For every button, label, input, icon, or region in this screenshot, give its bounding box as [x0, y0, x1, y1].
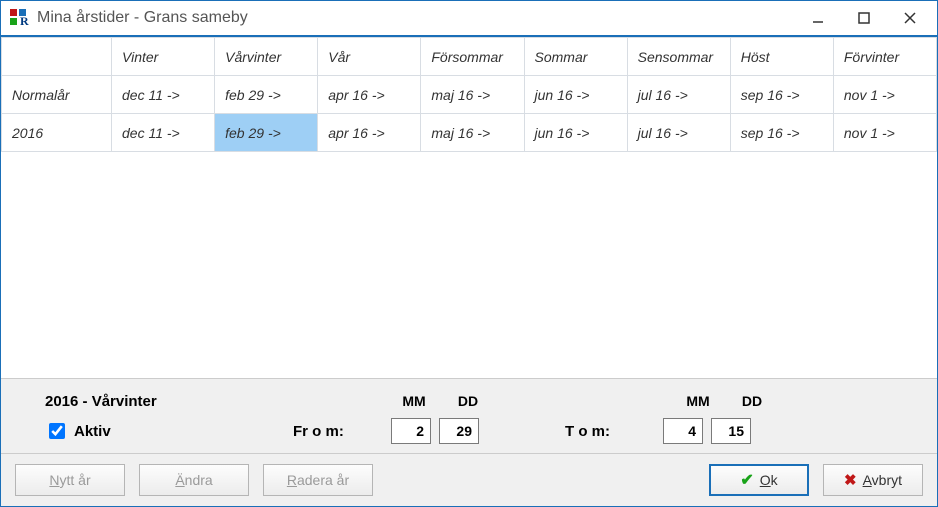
app-logo-icon: R: [9, 8, 29, 28]
dd-label-2: DD: [729, 393, 775, 409]
row-label[interactable]: Normalår: [2, 76, 112, 114]
aktiv-checkbox[interactable]: [49, 423, 65, 439]
table-header[interactable]: Vårvinter: [215, 38, 318, 76]
from-label: Fr o m:: [293, 423, 383, 440]
titlebar-buttons: [795, 3, 933, 33]
x-icon: ✖: [844, 471, 857, 489]
table-cell[interactable]: maj 16 ->: [421, 114, 524, 152]
table-cell[interactable]: sep 16 ->: [730, 76, 833, 114]
svg-text:R: R: [20, 14, 29, 28]
btn-label-rest: ndra: [185, 472, 213, 488]
table-cell[interactable]: nov 1 ->: [833, 114, 936, 152]
table-header-row: Vinter Vårvinter Vår Försommar Sommar Se…: [2, 38, 937, 76]
table-cell[interactable]: nov 1 ->: [833, 76, 936, 114]
edit-title: 2016 - Vårvinter: [45, 393, 285, 410]
titlebar-left: R Mina årstider - Grans sameby: [9, 8, 248, 28]
table-cell-selected[interactable]: feb 29 ->: [215, 114, 318, 152]
tom-mm-input[interactable]: [663, 418, 703, 444]
minimize-button[interactable]: [795, 3, 841, 33]
table-empty-area: [1, 152, 937, 378]
andra-button[interactable]: Ändra: [139, 464, 249, 496]
close-button[interactable]: [887, 3, 933, 33]
mm-label-2: MM: [675, 393, 721, 409]
table-header[interactable]: Vinter: [112, 38, 215, 76]
table-header[interactable]: Höst: [730, 38, 833, 76]
app-window: R Mina årstider - Grans sameby: [0, 0, 938, 507]
dd-label: DD: [445, 393, 491, 409]
seasons-table[interactable]: Vinter Vårvinter Vår Försommar Sommar Se…: [1, 37, 937, 152]
table-row[interactable]: Normalår dec 11 -> feb 29 -> apr 16 -> m…: [2, 76, 937, 114]
tom-label: T o m:: [565, 423, 655, 440]
table-header[interactable]: Sommar: [524, 38, 627, 76]
mm-label: MM: [391, 393, 437, 409]
table-header[interactable]: Vår: [318, 38, 421, 76]
button-bar: Nytt år Ändra Radera år ✔ Ok ✖ Avbryt: [1, 453, 937, 506]
window-title: Mina årstider - Grans sameby: [37, 9, 248, 27]
table-cell[interactable]: dec 11 ->: [112, 76, 215, 114]
table-cell[interactable]: feb 29 ->: [215, 76, 318, 114]
table-header[interactable]: Sensommar: [627, 38, 730, 76]
edit-input-row: Aktiv Fr o m: T o m:: [45, 415, 927, 447]
titlebar: R Mina årstider - Grans sameby: [1, 1, 937, 37]
radera-ar-button[interactable]: Radera år: [263, 464, 373, 496]
btn-label-rest: adera år: [297, 472, 349, 488]
table-cell[interactable]: apr 16 ->: [318, 76, 421, 114]
table-cell[interactable]: jul 16 ->: [627, 114, 730, 152]
table-cell[interactable]: apr 16 ->: [318, 114, 421, 152]
ok-button[interactable]: ✔ Ok: [709, 464, 809, 496]
maximize-button[interactable]: [841, 3, 887, 33]
edit-header-row: 2016 - Vårvinter MM DD MM DD: [45, 387, 927, 415]
edit-panel: 2016 - Vårvinter MM DD MM DD Aktiv Fr o …: [1, 378, 937, 453]
table-header[interactable]: Förvinter: [833, 38, 936, 76]
table-header[interactable]: [2, 38, 112, 76]
aktiv-checkbox-wrap[interactable]: Aktiv: [45, 420, 165, 442]
table-cell[interactable]: sep 16 ->: [730, 114, 833, 152]
table-cell[interactable]: dec 11 ->: [112, 114, 215, 152]
table-row[interactable]: 2016 dec 11 -> feb 29 -> apr 16 -> maj 1…: [2, 114, 937, 152]
btn-label-rest: k: [771, 472, 778, 488]
tom-dd-input[interactable]: [711, 418, 751, 444]
btn-label-rest: vbryt: [872, 472, 902, 488]
table-header[interactable]: Försommar: [421, 38, 524, 76]
btn-label-rest: ytt år: [60, 472, 91, 488]
from-dd-input[interactable]: [439, 418, 479, 444]
from-mm-input[interactable]: [391, 418, 431, 444]
row-label[interactable]: 2016: [2, 114, 112, 152]
check-icon: ✔: [740, 470, 753, 490]
avbryt-button[interactable]: ✖ Avbryt: [823, 464, 923, 496]
table-cell[interactable]: jun 16 ->: [524, 76, 627, 114]
table-cell[interactable]: maj 16 ->: [421, 76, 524, 114]
content: Vinter Vårvinter Vår Försommar Sommar Se…: [1, 37, 937, 506]
aktiv-label: Aktiv: [74, 423, 111, 440]
table-cell[interactable]: jun 16 ->: [524, 114, 627, 152]
table-cell[interactable]: jul 16 ->: [627, 76, 730, 114]
nytt-ar-button[interactable]: Nytt år: [15, 464, 125, 496]
